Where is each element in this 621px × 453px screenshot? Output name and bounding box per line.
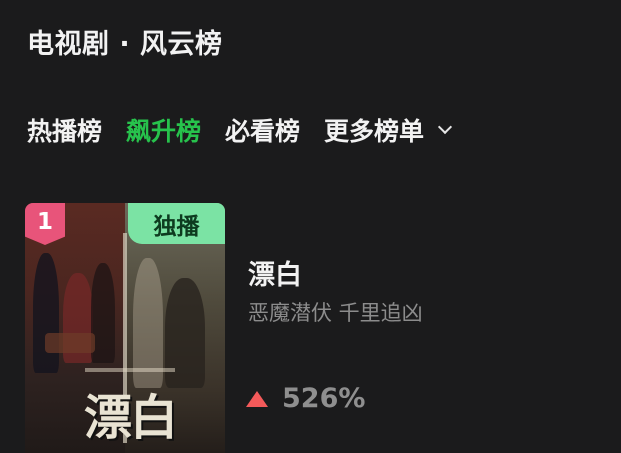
up-arrow-icon xyxy=(246,390,268,407)
tab-more-lists[interactable]: 更多榜单 xyxy=(324,112,453,148)
tab-rising[interactable]: 飙升榜 xyxy=(126,112,201,148)
exclusive-badge: 独播 xyxy=(128,203,225,244)
tab-hot[interactable]: 热播榜 xyxy=(27,112,102,148)
poster-figure xyxy=(33,253,59,373)
ranking-list-item[interactable]: 漂白 1 独播 漂白 恶魔潜伏 千里追凶 526% xyxy=(25,203,605,453)
chevron-down-icon xyxy=(437,119,453,135)
poster-figure xyxy=(45,333,95,353)
poster-subtitle-strip xyxy=(85,368,175,372)
tab-must-watch[interactable]: 必看榜 xyxy=(225,112,300,148)
poster-title: 漂白 xyxy=(83,390,178,446)
rank-badge: 1 xyxy=(25,203,65,245)
ranking-tabs: 热播榜 飙升榜 必看榜 更多榜单 xyxy=(27,110,453,150)
show-title[interactable]: 漂白 xyxy=(248,253,302,292)
show-tags: 恶魔潜伏 千里追凶 xyxy=(248,301,423,325)
exclusive-badge-label: 独播 xyxy=(153,213,200,240)
rank-number: 1 xyxy=(36,209,53,235)
change-percentage: 526% xyxy=(282,383,366,414)
rank-change: 526% xyxy=(246,383,365,414)
tab-more-lists-label: 更多榜单 xyxy=(324,117,425,146)
page-title: 电视剧 · 风云榜 xyxy=(27,29,223,60)
